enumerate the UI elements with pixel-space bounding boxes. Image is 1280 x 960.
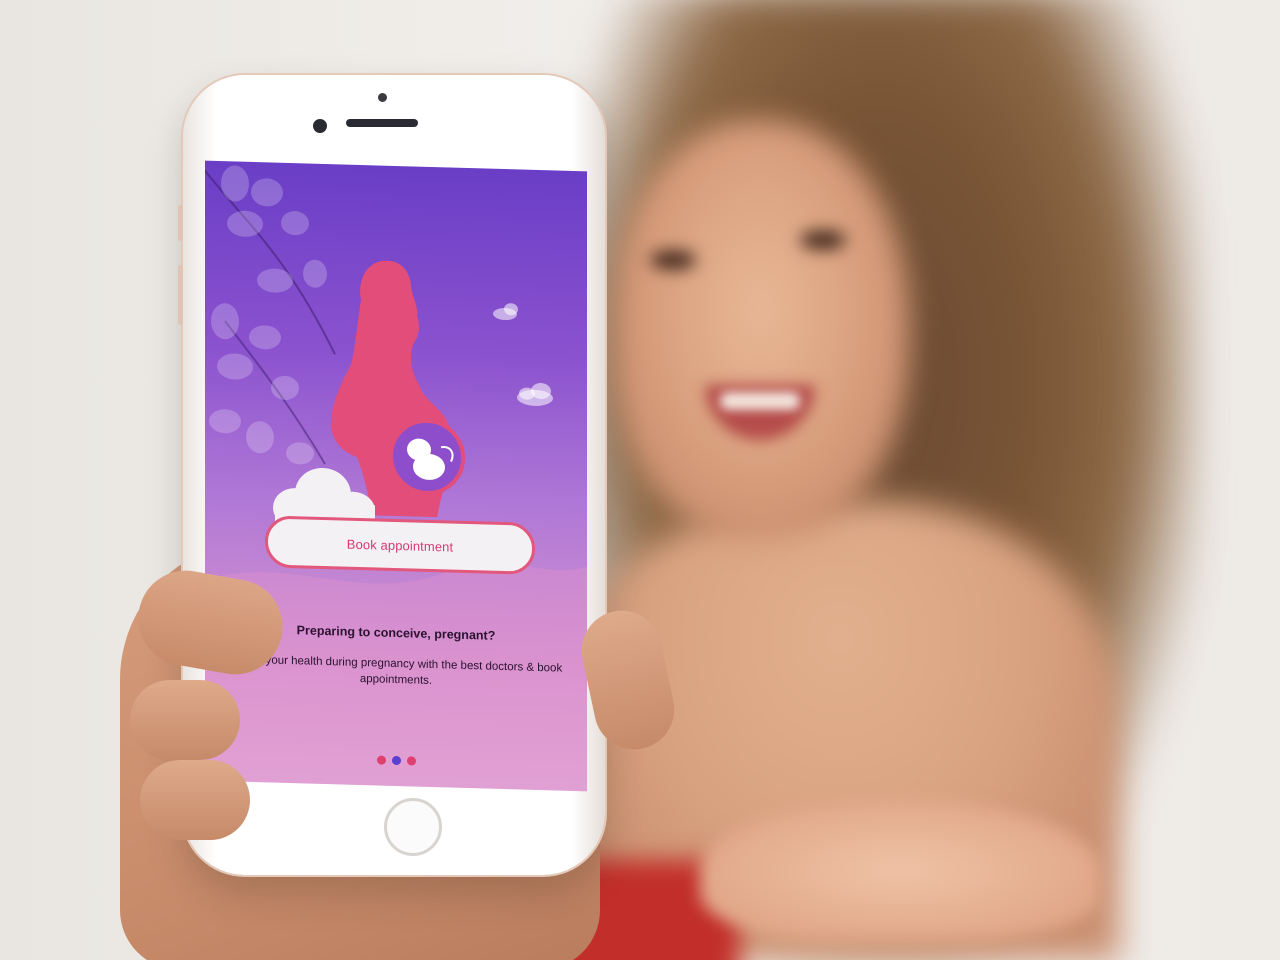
earpiece-speaker (346, 119, 418, 127)
eye-right (800, 230, 846, 250)
leaf-branch-illustration (205, 165, 336, 465)
teeth (720, 392, 800, 410)
app-screen: Book appointment Preparing to conceive, … (205, 160, 587, 792)
photo-scene: Book appointment Preparing to conceive, … (0, 0, 1280, 960)
cloud-icon (493, 303, 518, 321)
mute-switch (178, 205, 183, 241)
book-appointment-label: Book appointment (346, 536, 454, 555)
lower-finger-2 (140, 760, 250, 840)
page-dot-2-active[interactable] (391, 755, 401, 766)
proximity-sensor (378, 93, 387, 102)
home-button[interactable] (384, 798, 442, 856)
volume-up-button (178, 265, 183, 325)
background-face (610, 120, 910, 540)
onboarding-illustration (205, 165, 587, 792)
open-palm (700, 800, 1100, 940)
smartphone: Book appointment Preparing to conceive, … (178, 75, 605, 875)
cloud-icon-2 (517, 383, 553, 406)
page-dot-1[interactable] (376, 755, 386, 765)
eye-left (650, 250, 696, 270)
book-appointment-button[interactable]: Book appointment (265, 515, 535, 575)
page-dot-3[interactable] (406, 756, 416, 766)
lower-finger-1 (130, 680, 240, 760)
front-camera-icon (313, 119, 327, 133)
